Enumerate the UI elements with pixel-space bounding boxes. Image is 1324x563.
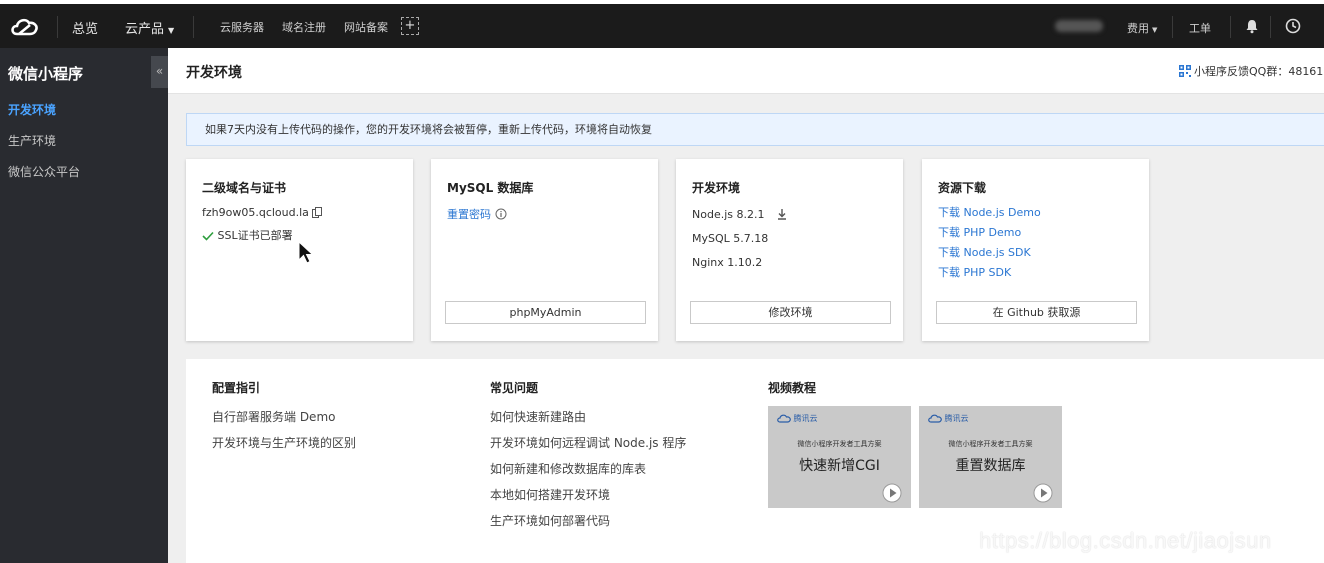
faq-link[interactable]: 本地如何搭建开发环境: [490, 486, 610, 503]
domain-name: fzh9ow05.qcloud.la: [202, 206, 309, 219]
video-title: 视频教程: [768, 381, 817, 395]
play-icon[interactable]: [1033, 483, 1053, 503]
faq-link[interactable]: 开发环境如何远程调试 Node.js 程序: [490, 434, 686, 451]
node-version-line: Node.js 8.2.1: [692, 208, 788, 221]
reset-password-link[interactable]: 重置密码: [447, 208, 491, 221]
card-title: 资源下载: [938, 181, 987, 195]
cloud-icon: [928, 414, 942, 423]
notice-banner: 如果7天内没有上传代码的操作，您的开发环境将会被暂停，重新上传代码，环境将自动恢…: [186, 113, 1324, 146]
sidebar-item-wechat-mp[interactable]: 微信公众平台: [8, 163, 80, 180]
page-header: 开发环境 小程序反馈QQ群：4816126: [168, 48, 1324, 94]
page-title: 开发环境: [186, 65, 242, 81]
watermark-text: https://blog.csdn.net/jiaojsun: [979, 528, 1272, 553]
resources-card: 资源下载 下载 Node.js Demo 下载 PHP Demo 下载 Node…: [922, 159, 1149, 341]
sidebar-item-prod-env[interactable]: 生产环境: [8, 132, 56, 149]
qr-code-icon[interactable]: [1179, 65, 1191, 77]
qq-group-text: 小程序反馈QQ群：4816126: [1194, 65, 1324, 78]
video-thumbnail[interactable]: 腾讯云 微信小程序开发者工具方案 快速新增CGI: [768, 406, 911, 508]
divider: [193, 16, 194, 38]
top-bar: 总览 云产品 ▼ 云服务器 域名注册 网站备案 + 费用 ▼ 工单: [0, 0, 1324, 48]
download-nodejs-demo-link[interactable]: 下载 Node.js Demo: [938, 204, 1041, 220]
brand-name: 腾讯云: [793, 414, 818, 423]
chevron-down-icon: ▼: [1152, 26, 1158, 34]
user-account[interactable]: [1055, 20, 1103, 32]
bell-icon[interactable]: [1243, 17, 1261, 35]
sidebar: 微信小程序 « 开发环境 生产环境 微信公众平台: [0, 48, 168, 563]
divider: [57, 16, 58, 38]
brand-logo: 腾讯云: [928, 413, 969, 424]
domain-line: fzh9ow05.qcloud.la: [202, 206, 323, 219]
sidebar-item-dev-env[interactable]: 开发环境: [8, 101, 56, 118]
cloud-icon: [777, 414, 791, 423]
billing-label: 费用: [1127, 22, 1149, 35]
qq-group-info: 小程序反馈QQ群：4816126: [1179, 63, 1324, 79]
nav-cloud-products[interactable]: 云产品 ▼: [125, 18, 174, 37]
ssl-status: SSL证书已部署: [202, 227, 293, 243]
download-icon[interactable]: [776, 208, 788, 220]
card-title: MySQL 数据库: [447, 181, 534, 195]
download-php-demo-link[interactable]: 下载 PHP Demo: [938, 224, 1021, 240]
dev-env-card: 开发环境 Node.js 8.2.1 MySQL 5.7.18 Nginx 1.…: [676, 159, 903, 341]
github-source-button[interactable]: 在 Github 获取源: [936, 301, 1137, 324]
guide-title: 配置指引: [212, 381, 261, 395]
video-name: 快速新增CGI: [799, 458, 880, 474]
brand-logo: 腾讯云: [777, 413, 818, 424]
brand-name: 腾讯云: [944, 414, 969, 423]
nav-cvm[interactable]: 云服务器: [220, 19, 264, 35]
faq-title: 常见问题: [490, 381, 539, 395]
cloud-logo-icon[interactable]: [8, 14, 42, 40]
mysql-version: MySQL 5.7.18: [692, 232, 769, 245]
ssl-status-text: SSL证书已部署: [217, 229, 293, 242]
node-version: Node.js 8.2.1: [692, 208, 765, 221]
collapse-sidebar-button[interactable]: «: [151, 56, 168, 88]
modify-env-button[interactable]: 修改环境: [690, 301, 891, 324]
video-thumbnail[interactable]: 腾讯云 微信小程序开发者工具方案 重置数据库: [919, 406, 1062, 508]
nginx-version: Nginx 1.10.2: [692, 256, 763, 269]
nav-icp[interactable]: 网站备案: [344, 19, 388, 35]
guide-link[interactable]: 自行部署服务端 Demo: [212, 408, 335, 425]
faq-link[interactable]: 生产环境如何部署代码: [490, 512, 610, 529]
card-title: 开发环境: [692, 181, 741, 195]
add-shortcut-button[interactable]: +: [401, 17, 419, 35]
clock-icon[interactable]: [1284, 17, 1302, 35]
nav-domain[interactable]: 域名注册: [282, 19, 326, 35]
billing-menu[interactable]: 费用 ▼: [1127, 20, 1157, 36]
nav-overview[interactable]: 总览: [72, 18, 98, 37]
nav-cloud-products-label: 云产品: [125, 22, 165, 37]
divider: [1172, 16, 1173, 38]
play-icon[interactable]: [882, 483, 902, 503]
sidebar-title: 微信小程序: [8, 65, 84, 83]
chevron-down-icon: ▼: [168, 26, 175, 35]
info-icon[interactable]: [495, 208, 507, 220]
divider: [1230, 16, 1231, 38]
video-name: 重置数据库: [955, 458, 1026, 474]
ticket-link[interactable]: 工单: [1189, 20, 1211, 36]
video-subtitle: 微信小程序开发者工具方案: [948, 440, 1033, 448]
check-icon: [202, 231, 214, 241]
faq-link[interactable]: 如何新建和修改数据库的库表: [490, 460, 646, 477]
copy-icon[interactable]: [312, 207, 323, 218]
video-subtitle: 微信小程序开发者工具方案: [797, 440, 882, 448]
phpmyadmin-button[interactable]: phpMyAdmin: [445, 301, 646, 324]
download-php-sdk-link[interactable]: 下载 PHP SDK: [938, 264, 1011, 280]
guide-link[interactable]: 开发环境与生产环境的区别: [212, 434, 356, 451]
mysql-card: MySQL 数据库 重置密码 phpMyAdmin: [431, 159, 658, 341]
download-nodejs-sdk-link[interactable]: 下载 Node.js SDK: [938, 244, 1031, 260]
divider: [1270, 16, 1271, 38]
card-title: 二级域名与证书: [202, 181, 287, 195]
main-content: 如果7天内没有上传代码的操作，您的开发环境将会被暂停，重新上传代码，环境将自动恢…: [168, 94, 1324, 563]
faq-link[interactable]: 如何快速新建路由: [490, 408, 586, 425]
mouse-cursor-icon: [298, 241, 314, 264]
reset-password-line: 重置密码: [447, 206, 507, 222]
